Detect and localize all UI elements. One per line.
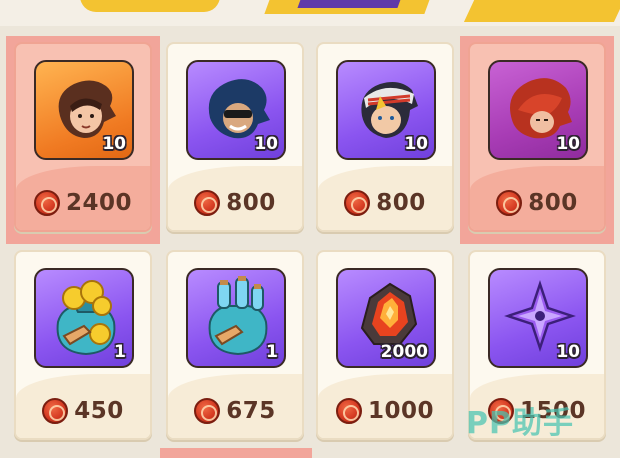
item-price: 450 (16, 398, 150, 424)
item-quantity: 2000 (380, 342, 428, 362)
price-value: 800 (226, 190, 276, 216)
price-value: 800 (528, 190, 578, 216)
price-value: 1000 (367, 398, 434, 424)
item-quantity: 10 (404, 134, 428, 154)
price-value: 800 (376, 190, 426, 216)
coin-icon (344, 190, 371, 216)
shop-item-exp-potion-bag[interactable]: 1 675 (166, 250, 304, 440)
item-quantity: 10 (102, 134, 126, 154)
hero-portrait-icon: 10 (34, 60, 134, 160)
item-price: 800 (168, 190, 302, 216)
hero-portrait-icon: 10 (336, 60, 436, 160)
item-quantity: 10 (254, 134, 278, 154)
coin-icon (335, 398, 362, 424)
coin-icon (496, 190, 523, 216)
exp-potion-bag-icon: 1 (186, 268, 286, 368)
top-banner (0, 0, 620, 26)
gold-bag-icon: 1 (34, 268, 134, 368)
item-price: 800 (470, 190, 604, 216)
item-price: 2400 (16, 190, 150, 216)
item-price: 800 (318, 190, 452, 216)
coin-icon (33, 190, 60, 216)
price-value: 675 (226, 398, 276, 424)
coin-icon (194, 398, 221, 424)
coin-icon (194, 190, 221, 216)
item-quantity: 1 (266, 342, 278, 362)
shop-item-hero-shard-2[interactable]: 10 800 (166, 42, 304, 232)
shop-item-fire-crystal[interactable]: 2000 1000 (316, 250, 454, 440)
item-price: 1000 (318, 398, 452, 424)
item-quantity: 10 (556, 134, 580, 154)
hero-portrait-icon: 10 (186, 60, 286, 160)
shuriken-icon: 10 (488, 268, 588, 368)
fire-crystal-icon: 2000 (336, 268, 436, 368)
price-value: 2400 (65, 190, 132, 216)
hero-portrait-icon: 10 (488, 60, 588, 160)
item-quantity: 10 (556, 342, 580, 362)
shop-item-hero-shard-3[interactable]: 10 800 (316, 42, 454, 232)
item-quantity: 1 (114, 342, 126, 362)
shop-item-hero-shard-4[interactable]: 10 800 (468, 42, 606, 232)
shop-item-hero-shard-1[interactable]: 10 2400 (14, 42, 152, 232)
item-price: 675 (168, 398, 302, 424)
selected-highlight (160, 448, 312, 458)
shop-item-gold-bag[interactable]: 1 450 (14, 250, 152, 440)
coin-icon (42, 398, 69, 424)
price-value: 450 (74, 398, 124, 424)
watermark: PP助手 (466, 406, 574, 441)
